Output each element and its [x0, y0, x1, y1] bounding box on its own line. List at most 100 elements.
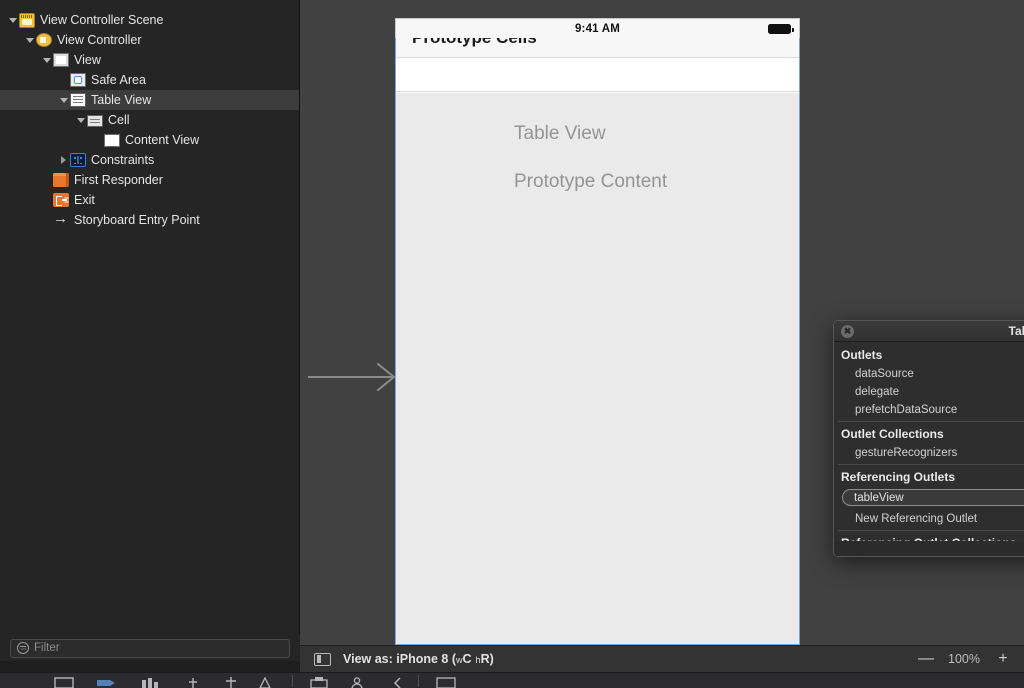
- connections-section-heading: Outlet Collections: [841, 427, 944, 441]
- outline-row-label: View Controller Scene: [40, 13, 164, 27]
- arrow-right-icon: [53, 209, 69, 229]
- outline-row-view[interactable]: View: [0, 50, 299, 70]
- connection-row[interactable]: dataSource: [834, 365, 1024, 383]
- outline-row-label: Constraints: [91, 153, 155, 167]
- outline-row-content-view[interactable]: Content View: [0, 130, 299, 150]
- xcode-interface-builder-window: View Controller Scene View Controller View…: [0, 0, 1024, 688]
- cell-icon: [87, 114, 103, 127]
- view-as-suffix: ): [489, 652, 494, 666]
- storyboard-entry-arrow: [308, 362, 396, 392]
- document-outline-panel: View Controller Scene View Controller View…: [0, 0, 300, 645]
- first-responder-icon: [53, 173, 69, 187]
- connection-row[interactable]: delegate: [834, 383, 1024, 401]
- outline-row-storyboard-entry-point[interactable]: Storyboard Entry Point: [0, 209, 299, 230]
- outline-row-exit[interactable]: Exit: [0, 190, 299, 210]
- editor-panel-icon[interactable]: [436, 677, 456, 688]
- breakpoint-icon[interactable]: [96, 677, 116, 688]
- filter-icon: [17, 642, 29, 654]
- section-divider: [838, 421, 1024, 422]
- connection-row[interactable]: New Referencing Outlet: [834, 510, 1024, 528]
- document-outline-tree: View Controller Scene View Controller View…: [0, 10, 299, 230]
- scene-icon: [19, 12, 35, 28]
- filter-input[interactable]: Filter: [10, 638, 290, 658]
- outline-row-safe-area[interactable]: Safe Area: [0, 70, 299, 90]
- connection-label: dataSource: [855, 368, 914, 380]
- connection-row[interactable]: gestureRecognizers: [834, 444, 1024, 462]
- table-view-body[interactable]: Table View Prototype Content: [396, 93, 799, 644]
- disclosure-triangle-open-icon[interactable]: [57, 90, 70, 110]
- xcode-bottom-toolbar: [0, 672, 1024, 688]
- size-class-hr: R: [480, 652, 490, 666]
- exit-icon: [53, 193, 69, 207]
- outline-filter-bar: Filter: [0, 635, 300, 661]
- ghost-label-prototype-content: Prototype Content: [514, 171, 668, 192]
- pin-icon[interactable]: [186, 677, 200, 688]
- battery-icon: [768, 24, 794, 34]
- zoom-controls: — 100% +: [918, 650, 1010, 668]
- connection-label: delegate: [855, 386, 900, 398]
- popover-title-bar: ✖ Table View: [834, 321, 1024, 342]
- view-icon: [53, 53, 69, 67]
- outline-row-first-responder[interactable]: First Responder: [0, 170, 299, 190]
- outline-row-label: View Controller: [57, 33, 142, 47]
- connection-label: prefetchDataSource: [855, 404, 958, 416]
- outline-row-cell[interactable]: Cell: [0, 110, 299, 130]
- size-class-wc: C: [462, 652, 472, 666]
- connection-label: New Referencing Outlet: [855, 513, 978, 525]
- disclosure-triangle-open-icon[interactable]: [6, 10, 19, 30]
- iphone-view-controller-canvas[interactable]: Prototype Cells Table View Prototype Con…: [395, 18, 800, 645]
- outlet-name-pill[interactable]: tableView: [842, 489, 1024, 506]
- connection-label: New Referencing Outlet Collection: [855, 556, 1024, 557]
- outline-row-label: Content View: [125, 133, 200, 147]
- connections-inspector-popover[interactable]: ✖ Table View Outlets dataSource delegate pr…: [833, 320, 1024, 557]
- embed-in-icon[interactable]: [310, 677, 328, 688]
- disclosure-triangle-open-icon[interactable]: [23, 30, 36, 50]
- back-chevron-icon[interactable]: [392, 677, 404, 688]
- outline-row-label: First Responder: [74, 173, 163, 187]
- section-divider: [838, 530, 1024, 531]
- close-icon[interactable]: ✖: [841, 325, 854, 338]
- outline-row-constraints[interactable]: Constraints: [0, 150, 299, 170]
- prototype-cell-row[interactable]: [396, 59, 799, 92]
- connections-section-heading: Referencing Outlets: [841, 470, 956, 484]
- view-as-control[interactable]: View as: iPhone 8 (wC hR): [343, 652, 494, 666]
- connections-section-heading: Outlets: [841, 348, 883, 362]
- library-icon[interactable]: [54, 677, 74, 688]
- popover-footer: [834, 541, 1024, 556]
- outline-row-label: Storyboard Entry Point: [74, 213, 200, 227]
- align-icon[interactable]: [224, 677, 238, 688]
- outline-row-view-controller-scene[interactable]: View Controller Scene: [0, 10, 299, 30]
- outline-row-label: Table View: [91, 93, 152, 107]
- resolve-issues-icon[interactable]: [258, 677, 272, 688]
- constraints-icon: [70, 153, 86, 167]
- outline-row-label: View: [74, 53, 101, 67]
- filter-placeholder: Filter: [34, 642, 60, 654]
- content-view-icon: [104, 133, 120, 147]
- disclosure-triangle-closed-icon[interactable]: [57, 150, 70, 170]
- disclosure-triangle-open-icon[interactable]: [74, 110, 87, 130]
- outline-row-label: Safe Area: [91, 73, 146, 87]
- document-outline-toggle-icon[interactable]: [314, 652, 331, 666]
- section-divider: [838, 464, 1024, 465]
- outline-row-table-view[interactable]: Table View: [0, 90, 299, 110]
- popover-title: Table View: [1008, 324, 1024, 338]
- outline-row-label: Exit: [74, 193, 95, 207]
- storyboard-canvas[interactable]: Prototype Cells Table View Prototype Con…: [300, 0, 1024, 645]
- toolbar-divider-2: [418, 675, 419, 687]
- chart-icon[interactable]: [140, 677, 160, 688]
- zoom-out-button[interactable]: —: [918, 650, 934, 668]
- view-controller-icon: [36, 33, 52, 47]
- connected-outlet-row[interactable]: tableView✖View Controller: [834, 488, 1024, 509]
- view-as-device-label: View as: iPhone 8 (: [343, 652, 457, 666]
- connection-row[interactable]: prefetchDataSource: [834, 401, 1024, 419]
- connections-list: Outlets dataSource delegate prefetchDataSou…: [834, 342, 1024, 550]
- outline-row-view-controller[interactable]: View Controller: [0, 30, 299, 50]
- canvas-bottom-bar: View as: iPhone 8 (wC hR) — 100% +: [300, 645, 1024, 672]
- zoom-in-button[interactable]: +: [996, 650, 1010, 668]
- person-icon[interactable]: [350, 677, 364, 688]
- disclosure-triangle-open-icon[interactable]: [40, 50, 53, 70]
- outlet-name-label: tableView: [854, 491, 904, 504]
